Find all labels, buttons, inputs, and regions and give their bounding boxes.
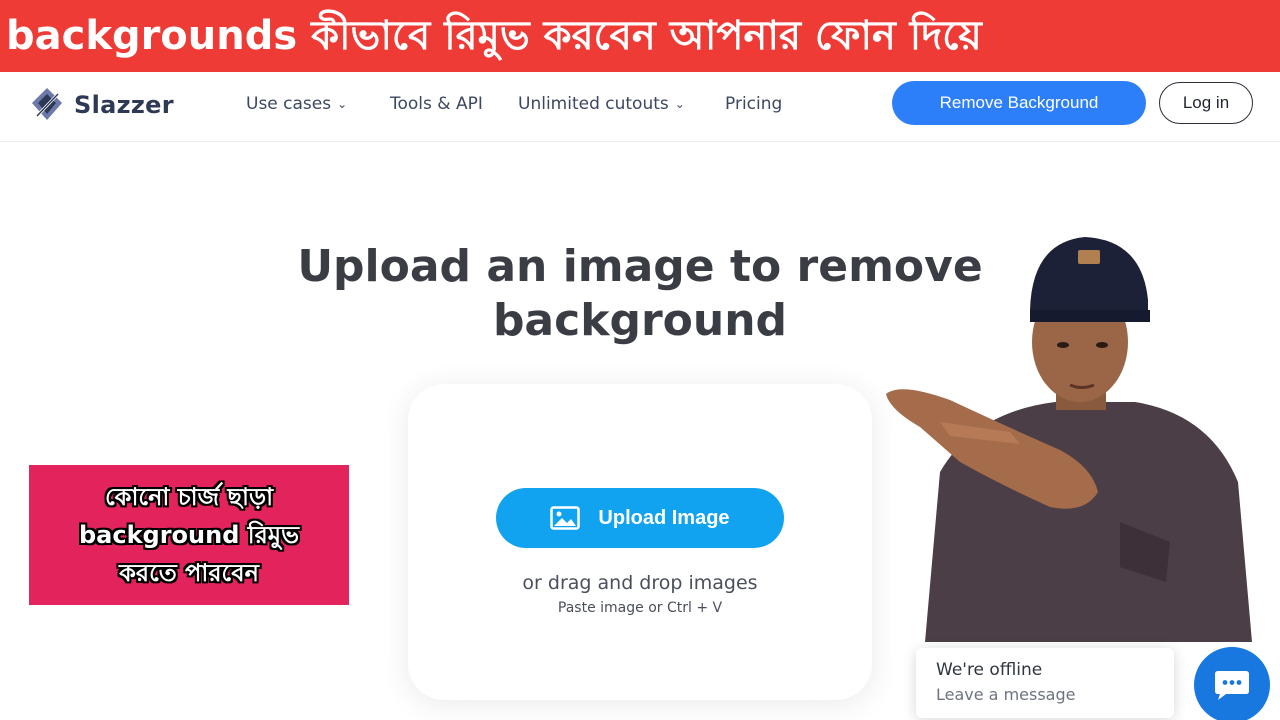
remove-background-button[interactable]: Remove Background — [892, 81, 1146, 125]
chat-offline-widget[interactable]: We're offline Leave a message — [916, 648, 1174, 718]
promo-line-2: background রিমুভ — [78, 521, 300, 549]
image-icon — [550, 506, 581, 530]
promo-line-1: কোনো চার্জ ছাড়া — [104, 483, 274, 511]
chevron-down-icon: ⌄ — [337, 97, 348, 111]
upload-dropzone[interactable]: Upload Image or drag and drop images Pas… — [408, 384, 872, 700]
nav-pricing-label: Pricing — [725, 94, 783, 114]
nav-tools-api-label: Tools & API — [390, 94, 483, 114]
nav-tools-api[interactable]: Tools & API — [390, 94, 483, 114]
chat-icon — [1215, 671, 1249, 700]
promo-line-3: করতে পারবেন — [119, 559, 259, 587]
nav-unlimited-cutouts[interactable]: Unlimited cutouts ⌄ — [518, 94, 685, 114]
upload-image-label: Upload Image — [598, 506, 730, 529]
nav-use-cases-label: Use cases — [246, 94, 332, 114]
chat-title: We're offline — [936, 660, 1043, 680]
login-button[interactable]: Log in — [1159, 82, 1253, 124]
title-banner: backgrounds কীভাবে রিমুভ করবেন আপনার ফোন… — [0, 0, 1280, 72]
chat-subtitle: Leave a message — [936, 685, 1076, 704]
brand-logo[interactable]: Slazzer — [28, 86, 174, 124]
brand-name: Slazzer — [74, 91, 174, 119]
nav-use-cases[interactable]: Use cases ⌄ — [246, 94, 347, 114]
upload-image-button[interactable]: Upload Image — [496, 488, 784, 548]
chat-launcher-button[interactable] — [1194, 647, 1270, 720]
top-navbar: Slazzer Use cases ⌄ Tools & API Unlimite… — [0, 72, 1280, 142]
nav-pricing[interactable]: Pricing — [725, 94, 782, 114]
promo-caption: কোনো চার্জ ছাড়া background রিমুভ করতে প… — [29, 465, 349, 605]
drag-drop-text: or drag and drop images — [522, 572, 758, 594]
banner-text: backgrounds কীভাবে রিমুভ করবেন আপনার ফোন… — [6, 13, 982, 59]
paste-hint-text: Paste image or Ctrl + V — [557, 600, 723, 616]
nav-unlimited-cutouts-label: Unlimited cutouts — [518, 94, 669, 114]
chevron-down-icon: ⌄ — [674, 97, 685, 111]
presenter-photo — [886, 237, 1252, 642]
slazzer-logo-icon — [32, 88, 62, 120]
